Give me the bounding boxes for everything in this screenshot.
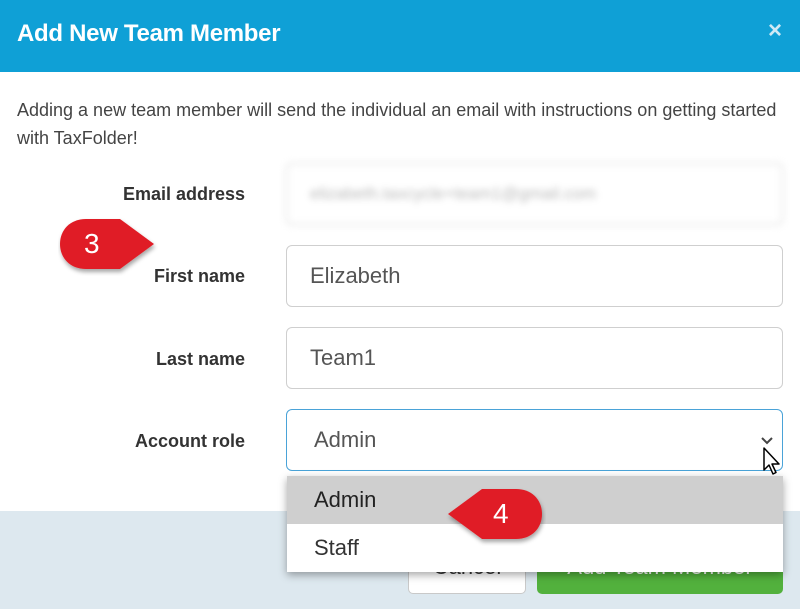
close-icon[interactable]: × [762, 18, 788, 44]
dialog-header: Add New Team Member × [0, 0, 800, 72]
email-field[interactable]: elizabeth.taxcycle+team1@gmail.com [286, 163, 783, 225]
account-role-label: Account role [134, 431, 245, 451]
intro-text: Adding a new team member will send the i… [17, 100, 777, 148]
callout-4-label: 4 [493, 498, 509, 529]
last-name-label: Last name [155, 349, 245, 369]
dialog-title: Add New Team Member [17, 20, 281, 47]
email-label: Email address [122, 184, 245, 204]
callout-3-label: 3 [84, 228, 100, 259]
last-name-field[interactable]: Team1 [286, 327, 783, 389]
mouse-pointer-icon [762, 446, 782, 476]
account-role-value: Admin [314, 427, 377, 452]
account-role-select[interactable]: Admin [286, 409, 783, 471]
callout-3: 3 [58, 216, 154, 272]
first-name-field[interactable]: Elizabeth [286, 245, 783, 307]
callout-4: 4 [446, 486, 542, 542]
callout-3-shape [60, 219, 154, 269]
